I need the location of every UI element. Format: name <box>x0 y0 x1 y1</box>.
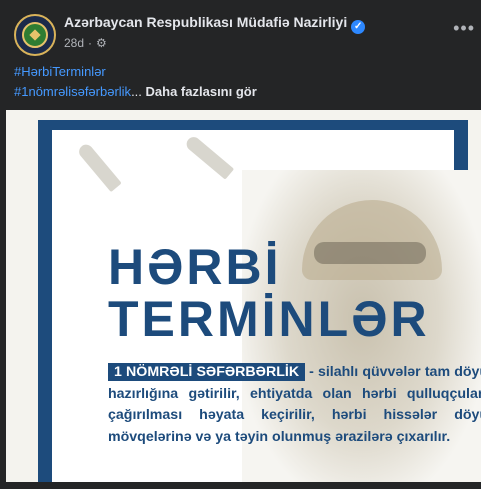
ministry-emblem-icon <box>22 22 48 48</box>
see-more-link[interactable]: Daha fazlasını gör <box>146 84 257 99</box>
hashtag-link-seferberlik[interactable]: #1nömrəlisəfərbərlik <box>14 84 131 99</box>
verified-badge-icon: ✓ <box>351 20 366 34</box>
page-avatar[interactable] <box>14 14 56 56</box>
poster-frame: HƏRBİ TERMİNLƏR 1 NÖMRƏLİ SƏFƏRBƏRLİK - s… <box>38 120 481 482</box>
poster-term: 1 NÖMRƏLİ SƏFƏRBƏRLİK <box>108 363 306 381</box>
post-header: Azərbaycan Respublikası Müdafiə Nazirliy… <box>0 0 481 58</box>
post-image[interactable]: HƏRBİ TERMİNLƏR 1 NÖMRƏLİ SƏFƏRBƏRLİK - s… <box>6 110 481 482</box>
hashtag-link-herbi-terminler[interactable]: #HərbiTerminlər <box>14 64 106 79</box>
bullet-icon <box>183 134 235 180</box>
page-name-text[interactable]: Azərbaycan Respublikası Müdafiə Nazirliy… <box>64 14 347 30</box>
gear-icon[interactable]: ⚙ <box>96 36 107 50</box>
post-bottom-edge <box>6 482 481 489</box>
bullet-icon <box>76 141 122 193</box>
visor-shape <box>314 242 426 264</box>
poster-title-line2: TERMİNLƏR <box>108 291 430 347</box>
more-options-icon[interactable]: ••• <box>453 18 475 39</box>
page-name-link[interactable]: Azərbaycan Respublikası Müdafiə Nazirliy… <box>64 14 366 34</box>
post-timestamp[interactable]: 28d <box>64 36 84 50</box>
poster-definition: 1 NÖMRƏLİ SƏFƏRBƏRLİK - silahlı qüvvələr … <box>108 362 481 448</box>
post-meta: 28d · ⚙ <box>64 36 107 50</box>
post-text: #HərbiTerminlər #1nömrəlisəfərbərlik... … <box>14 62 257 102</box>
poster-title-line1: HƏRBİ <box>108 239 282 295</box>
meta-separator: · <box>88 36 93 50</box>
text-ellipsis: ... <box>131 84 142 99</box>
